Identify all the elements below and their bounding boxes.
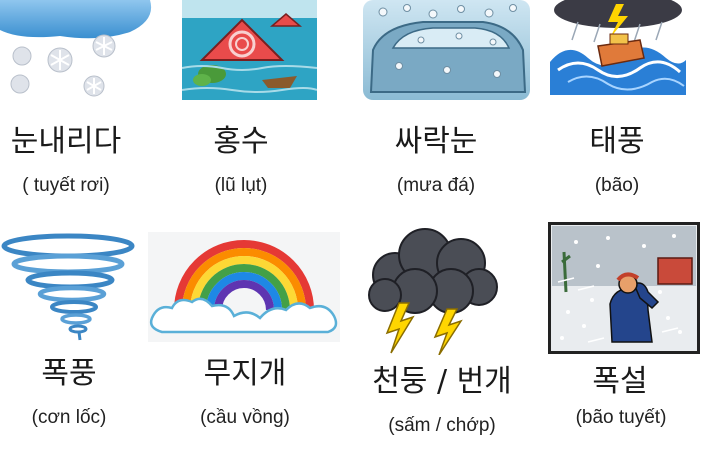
korean-word: 눈내리다 <box>10 124 122 159</box>
vietnamese-meaning: (mưa đá) <box>396 175 476 196</box>
korean-word: 싸락눈 <box>394 124 478 159</box>
vietnamese-meaning: (lũ lụt) <box>214 175 268 196</box>
flood-house-icon <box>182 0 317 100</box>
vietnamese-meaning: (cầu vồng) <box>200 407 290 428</box>
vietnamese-meaning: (cơn lốc) <box>31 407 107 428</box>
vietnamese-meaning: ( tuyết rơi) <box>22 175 110 196</box>
hail-car-icon <box>363 0 530 100</box>
korean-word: 폭풍 <box>41 356 97 391</box>
korean-word: 홍수 <box>213 124 269 159</box>
korean-word: 무지개 <box>203 356 287 391</box>
korean-word: 태풍 <box>589 124 645 159</box>
vietnamese-meaning: (bão tuyết) <box>575 407 667 428</box>
korean-word: 폭설 <box>592 364 648 399</box>
snowing-cloud-icon <box>0 0 160 110</box>
storm-ship-icon <box>548 0 688 95</box>
korean-word: 천둥 / 번개 <box>372 364 512 399</box>
vietnamese-meaning: (sấm / chớp) <box>388 415 496 436</box>
blizzard-person-icon <box>548 222 700 354</box>
vietnamese-meaning: (bão) <box>594 175 640 196</box>
tornado-icon <box>0 232 140 342</box>
rainbow-icon <box>148 232 340 342</box>
thunder-cloud-icon <box>365 225 500 355</box>
